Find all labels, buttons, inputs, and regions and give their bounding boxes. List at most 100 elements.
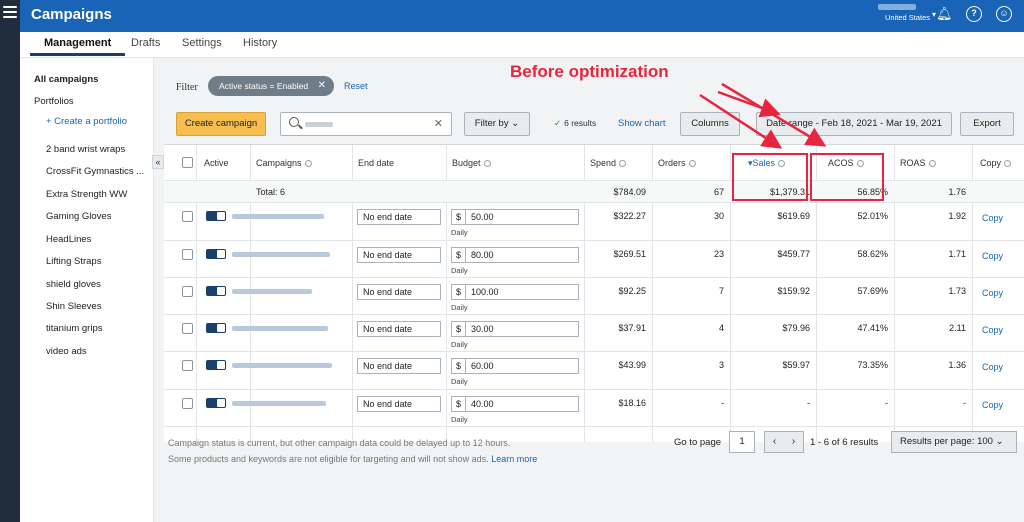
acos-highlight-box: [810, 153, 884, 201]
roas-cell: 1.73: [948, 286, 966, 296]
campaign-name-blurred[interactable]: [232, 326, 328, 331]
content-area: All campaigns Portfolios + Create a port…: [20, 58, 1024, 522]
create-portfolio-link[interactable]: + Create a portfolio: [46, 116, 127, 127]
chevron-down-icon: ⌄: [992, 436, 1004, 447]
sidebar-item-portfolio[interactable]: Extra Strength WW: [46, 189, 127, 200]
export-button[interactable]: Export: [960, 112, 1014, 136]
eligibility-note: Some products and keywords are not eligi…: [168, 454, 538, 464]
results-per-page-dropdown[interactable]: Results per page: 100 ⌄: [891, 431, 1017, 453]
end-date-input[interactable]: No end date: [357, 321, 441, 337]
search-icon: [289, 117, 299, 127]
row-checkbox[interactable]: [182, 323, 193, 334]
status-toggle[interactable]: [206, 286, 226, 296]
spend-cell: $269.51: [613, 249, 646, 259]
bell-icon[interactable]: 🔔︎: [936, 6, 953, 22]
collapse-sidebar-icon[interactable]: «: [152, 155, 164, 169]
header-spend[interactable]: Spend: [590, 158, 627, 168]
hamburger-menu-icon[interactable]: [3, 6, 17, 21]
sidebar-item-portfolio[interactable]: HeadLines: [46, 234, 91, 245]
sales-cell: $59.97: [782, 360, 810, 370]
end-date-input[interactable]: No end date: [357, 247, 441, 263]
clear-icon[interactable]: ✕: [434, 117, 443, 130]
status-toggle[interactable]: [206, 249, 226, 259]
search-input[interactable]: ✕: [280, 112, 452, 136]
copy-link[interactable]: Copy: [982, 213, 1003, 223]
copy-link[interactable]: Copy: [982, 251, 1003, 261]
row-checkbox[interactable]: [182, 249, 193, 260]
active-status-filter-chip[interactable]: Active status = Enabled ✕: [208, 76, 334, 96]
date-range-button[interactable]: Date range - Feb 18, 2021 - Mar 19, 2021: [756, 112, 952, 136]
row-checkbox[interactable]: [182, 360, 193, 371]
header-active: Active: [204, 158, 229, 168]
header-budget[interactable]: Budget: [452, 158, 491, 168]
chevron-left-icon[interactable]: ‹: [765, 432, 784, 452]
user-icon[interactable]: ☺: [996, 6, 1012, 22]
header-campaigns[interactable]: Campaigns: [256, 158, 312, 168]
copy-link[interactable]: Copy: [982, 362, 1003, 372]
campaign-name-blurred[interactable]: [232, 289, 312, 294]
sales-cell: $159.92: [777, 286, 810, 296]
header-orders[interactable]: Orders: [658, 158, 696, 168]
campaign-name-blurred[interactable]: [232, 252, 330, 257]
learn-more-link[interactable]: Learn more: [491, 454, 537, 464]
budget-input[interactable]: $80.00: [451, 247, 579, 263]
copy-link[interactable]: Copy: [982, 400, 1003, 410]
header-roas[interactable]: ROAS: [900, 158, 936, 168]
row-checkbox[interactable]: [182, 286, 193, 297]
create-campaign-button[interactable]: Create campaign: [176, 112, 266, 136]
sidebar-item-portfolio[interactable]: titanium grips: [46, 323, 103, 334]
header-copy: Copy: [980, 158, 1012, 168]
page-number-input[interactable]: 1: [729, 431, 755, 453]
budget-input[interactable]: $30.00: [451, 321, 579, 337]
budget-input[interactable]: $60.00: [451, 358, 579, 374]
help-icon[interactable]: ?: [966, 6, 982, 22]
status-toggle[interactable]: [206, 398, 226, 408]
info-icon: [619, 160, 627, 168]
campaign-name-blurred[interactable]: [232, 214, 324, 219]
tab-management[interactable]: Management: [29, 37, 126, 56]
budget-input[interactable]: $40.00: [451, 396, 579, 412]
sidebar-item-portfolio[interactable]: Gaming Gloves: [46, 211, 111, 222]
sidebar-item-portfolio[interactable]: video ads: [46, 346, 87, 357]
budget-input[interactable]: $100.00: [451, 284, 579, 300]
campaign-name-blurred[interactable]: [232, 401, 326, 406]
close-icon[interactable]: ✕: [318, 76, 326, 96]
budget-input[interactable]: $50.00: [451, 209, 579, 225]
tab-history[interactable]: History: [243, 37, 277, 49]
sidebar-item-portfolio[interactable]: shield gloves: [46, 279, 101, 290]
tab-settings[interactable]: Settings: [182, 37, 222, 49]
status-toggle[interactable]: [206, 211, 226, 221]
row-checkbox[interactable]: [182, 211, 193, 222]
orders-cell: 7: [718, 286, 724, 296]
end-date-input[interactable]: No end date: [357, 284, 441, 300]
chevron-down-icon: ⌄: [511, 118, 520, 129]
info-icon: [483, 160, 491, 168]
end-date-input[interactable]: No end date: [357, 396, 441, 412]
tab-drafts[interactable]: Drafts: [131, 37, 160, 49]
sidebar-item-portfolios[interactable]: Portfolios: [34, 96, 74, 107]
status-toggle[interactable]: [206, 360, 226, 370]
chevron-right-icon[interactable]: ›: [784, 432, 803, 452]
filter-by-dropdown[interactable]: Filter by ⌄: [464, 112, 530, 136]
columns-button[interactable]: Columns: [680, 112, 740, 136]
sidebar-item-all-campaigns[interactable]: All campaigns: [34, 74, 98, 85]
end-date-input[interactable]: No end date: [357, 209, 441, 225]
row-checkbox[interactable]: [182, 398, 193, 409]
sidebar-item-portfolio[interactable]: CrossFit Gymnastics ...: [46, 166, 144, 177]
show-chart-link[interactable]: Show chart: [618, 118, 666, 129]
account-switcher[interactable]: United States: [860, 4, 930, 22]
reset-link[interactable]: Reset: [344, 81, 368, 91]
sidebar-item-portfolio[interactable]: Lifting Straps: [46, 256, 101, 267]
select-all-checkbox[interactable]: [182, 157, 193, 168]
orders-cell: 4: [718, 323, 724, 333]
end-date-input[interactable]: No end date: [357, 358, 441, 374]
copy-link[interactable]: Copy: [982, 288, 1003, 298]
campaign-name-blurred[interactable]: [232, 363, 332, 368]
copy-link[interactable]: Copy: [982, 325, 1003, 335]
header-end-date[interactable]: End date: [358, 158, 394, 168]
orders-cell: 3: [718, 360, 724, 370]
sidebar-item-portfolio[interactable]: Shin Sleeves: [46, 301, 101, 312]
sidebar-item-portfolio[interactable]: 2 band wrist wraps: [46, 144, 125, 155]
status-toggle[interactable]: [206, 323, 226, 333]
total-row: Total: 6 $784.09 67 $1,379.31 56.85% 1.7…: [164, 181, 1024, 203]
